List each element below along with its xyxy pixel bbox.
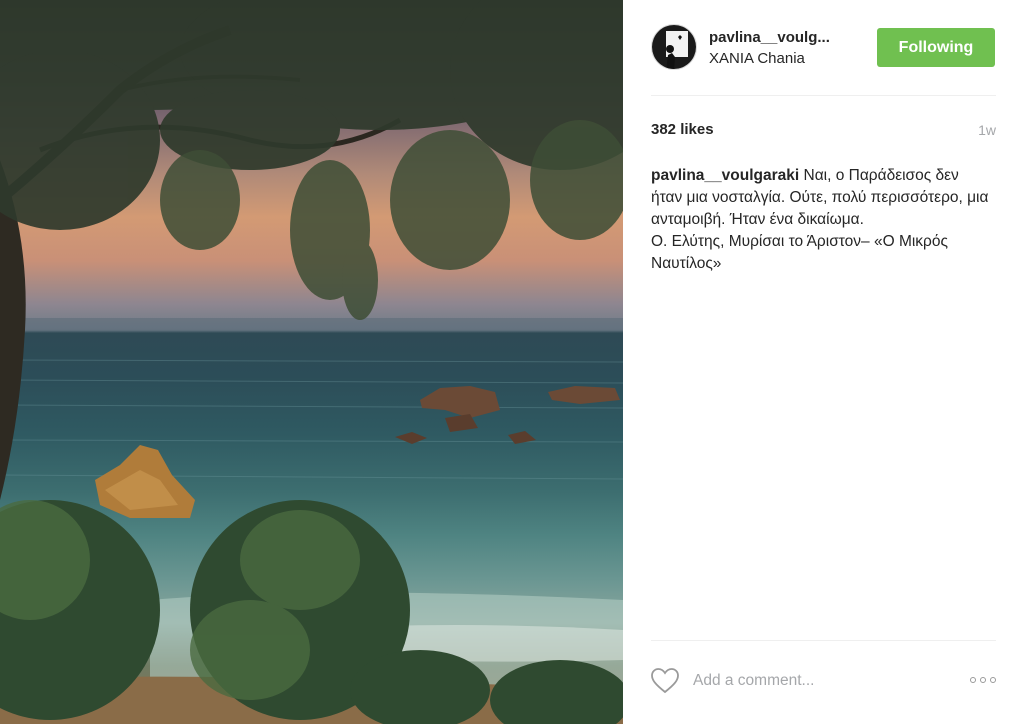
post-photo[interactable]	[0, 0, 623, 724]
following-button[interactable]: Following	[877, 28, 995, 67]
header-divider	[651, 95, 996, 96]
avatar[interactable]	[651, 24, 697, 70]
post-header: pavlina__voulg... ΧΑΝΙΑ Chania Following	[649, 24, 999, 74]
comment-bar	[651, 660, 996, 700]
more-dot	[980, 677, 986, 683]
post-sidebar: pavlina__voulg... ΧΑΝΙΑ Chania Following…	[623, 0, 1024, 724]
post-time[interactable]: 1w	[978, 122, 996, 138]
more-options-icon[interactable]	[966, 673, 996, 687]
avatar-image	[652, 25, 696, 69]
caption-quote-source: Ο. Ελύτης, Μυρίσαι το Άριστον– «Ο Μικρός…	[651, 233, 948, 272]
photo-scene	[0, 0, 623, 724]
likes-count[interactable]: 382 likes	[651, 121, 714, 138]
post-username[interactable]: pavlina__voulg...	[709, 29, 859, 46]
heart-icon[interactable]	[651, 668, 679, 694]
more-dot	[990, 677, 996, 683]
post-caption: pavlina__voulgaraki Ναι, ο Παράδεισος δε…	[651, 165, 991, 275]
post-location[interactable]: ΧΑΝΙΑ Chania	[709, 50, 805, 67]
comment-input[interactable]	[693, 668, 943, 694]
more-dot	[970, 677, 976, 683]
comment-divider	[651, 640, 996, 641]
caption-username[interactable]: pavlina__voulgaraki	[651, 167, 799, 184]
